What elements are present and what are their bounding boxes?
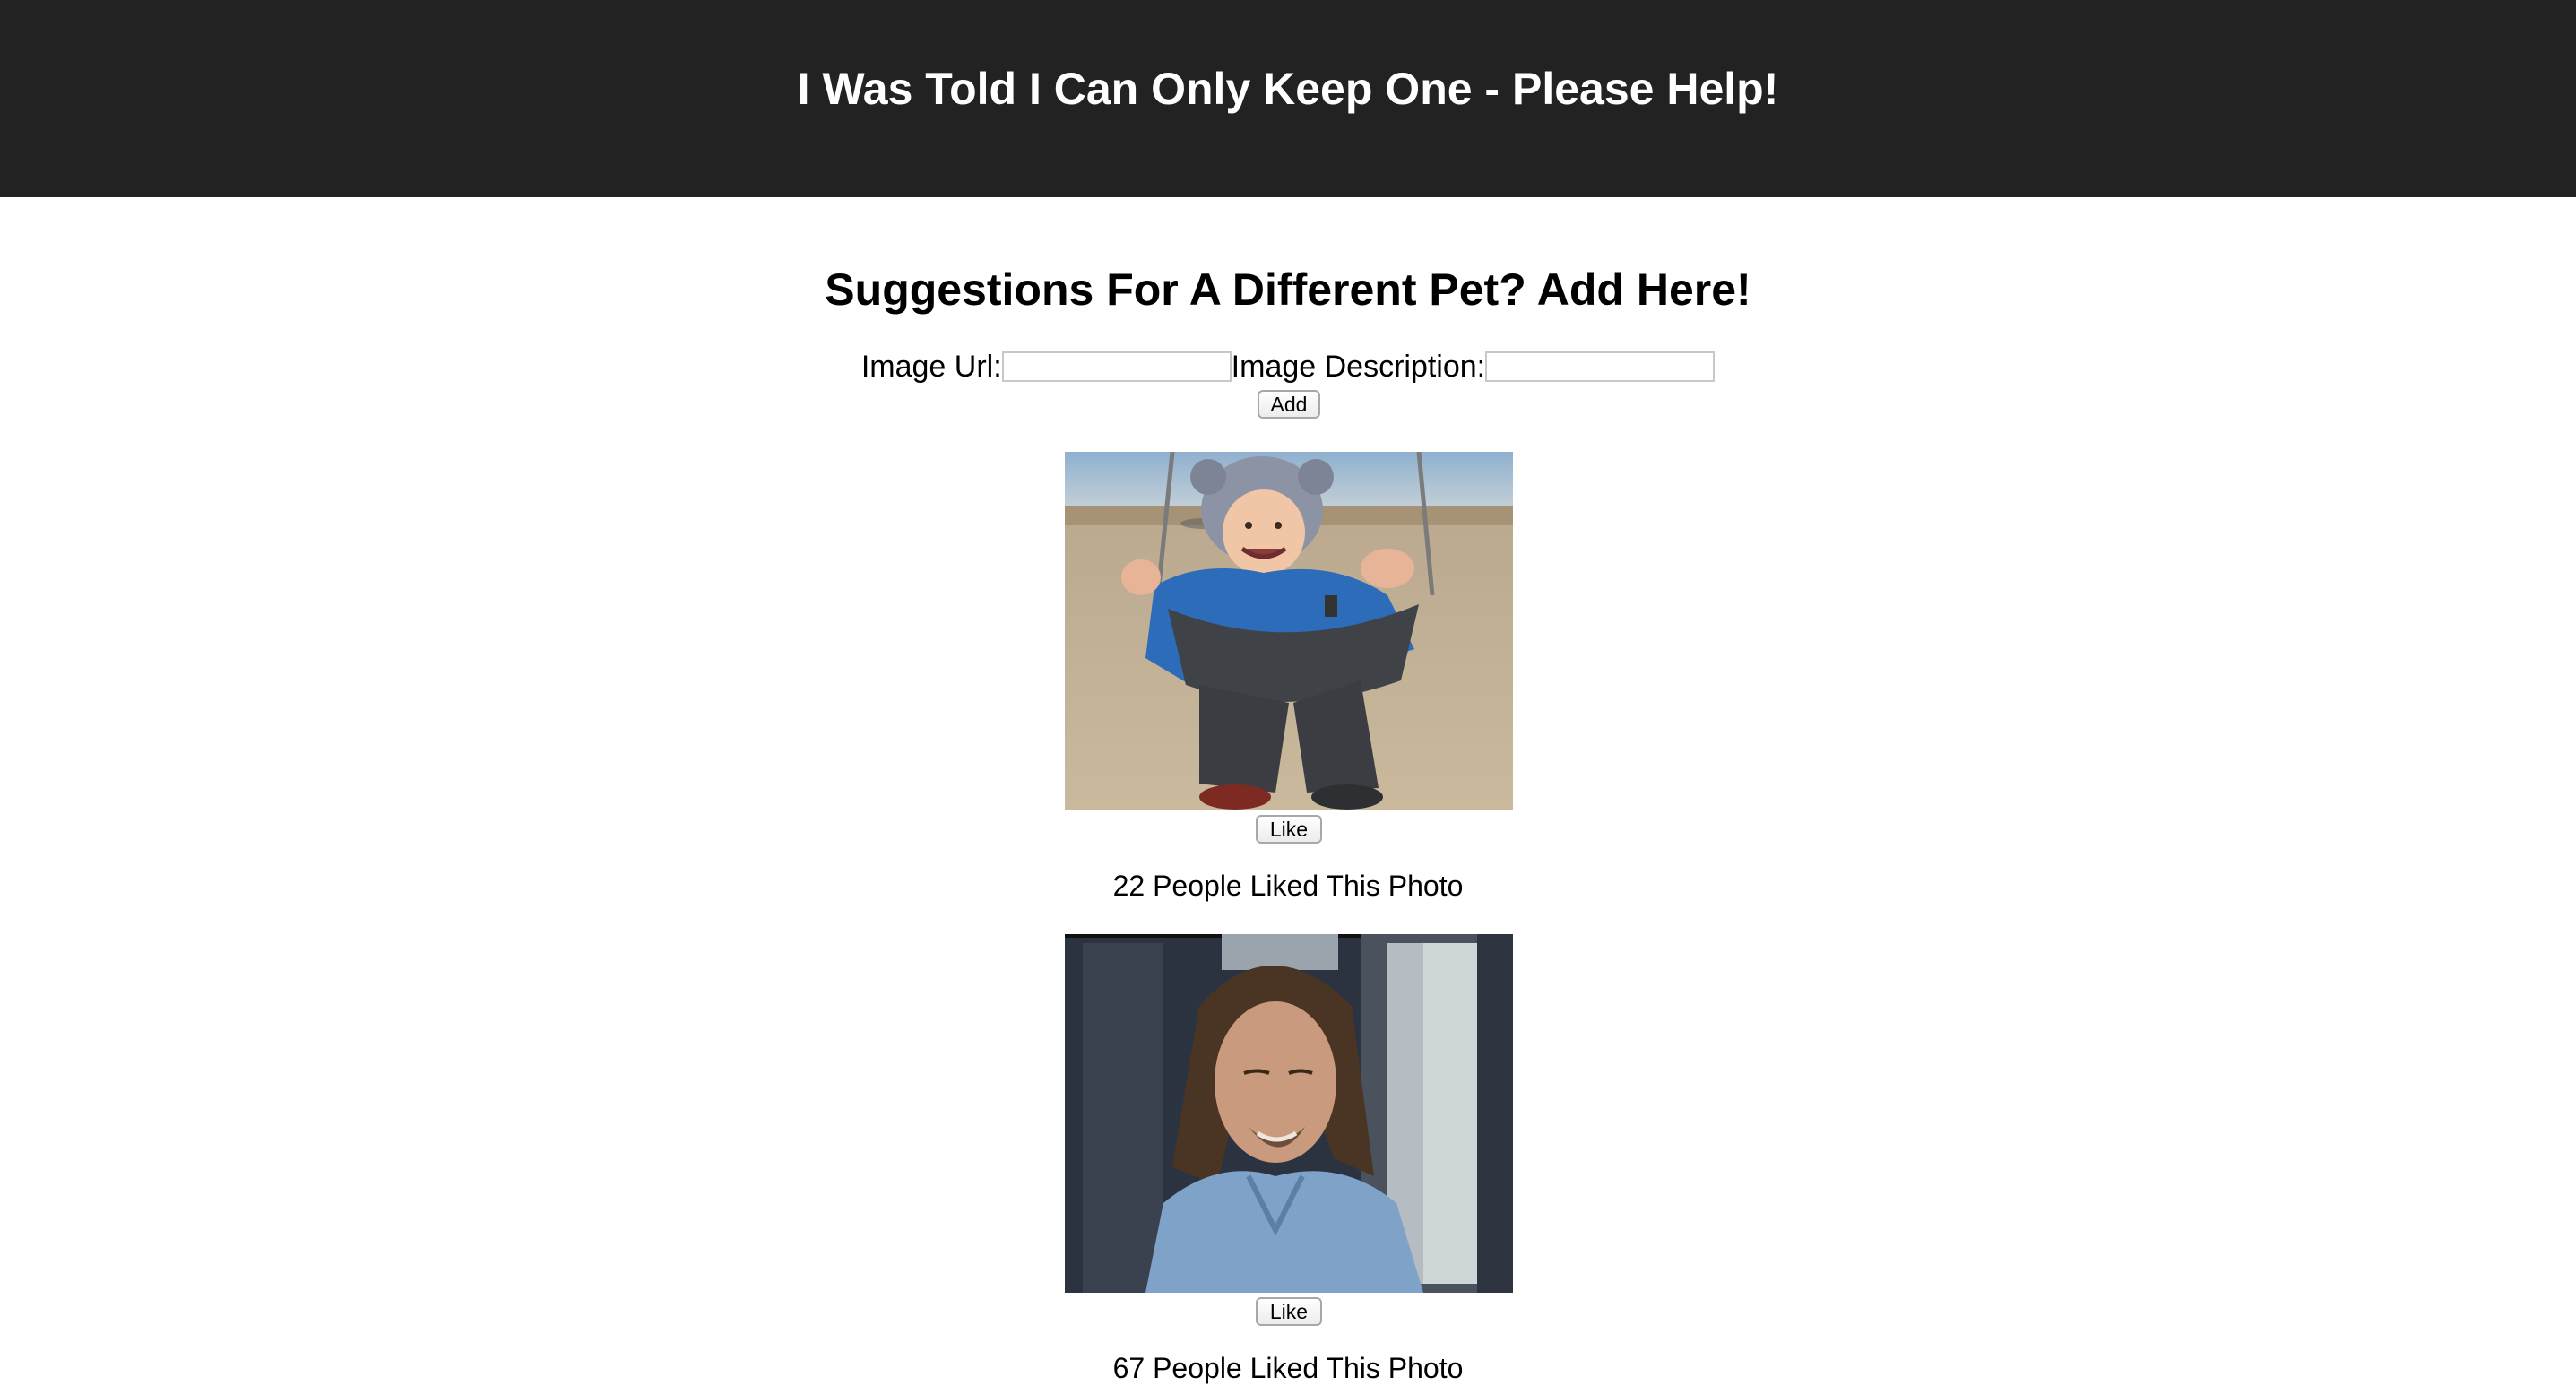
like-count-text: 22 People Liked This Photo (1112, 870, 1464, 902)
photo-man-in-bus-window (1065, 934, 1513, 1293)
like-button[interactable]: Like (1256, 815, 1322, 844)
like-button[interactable]: Like (1256, 1297, 1322, 1326)
main-content: Suggestions For A Different Pet? Add Her… (0, 197, 2576, 1384)
add-button[interactable]: Add (1258, 390, 1320, 419)
image-url-input[interactable] (1001, 351, 1232, 382)
page-header: I Was Told I Can Only Keep One - Please … (0, 0, 2576, 197)
like-count-text: 67 People Liked This Photo (1112, 1352, 1464, 1384)
image-description-label: Image Description: (1231, 350, 1486, 384)
image-description-input[interactable] (1485, 351, 1716, 382)
add-suggestion-form: Image Url: Image Description: (0, 346, 2576, 387)
image-url-label: Image Url: (860, 350, 1002, 384)
add-suggestion-title: Suggestions For A Different Pet? Add Her… (825, 264, 1751, 315)
page-title: I Was Told I Can Only Keep One - Please … (797, 64, 1779, 114)
photo-toddler-on-swing (1065, 452, 1513, 810)
